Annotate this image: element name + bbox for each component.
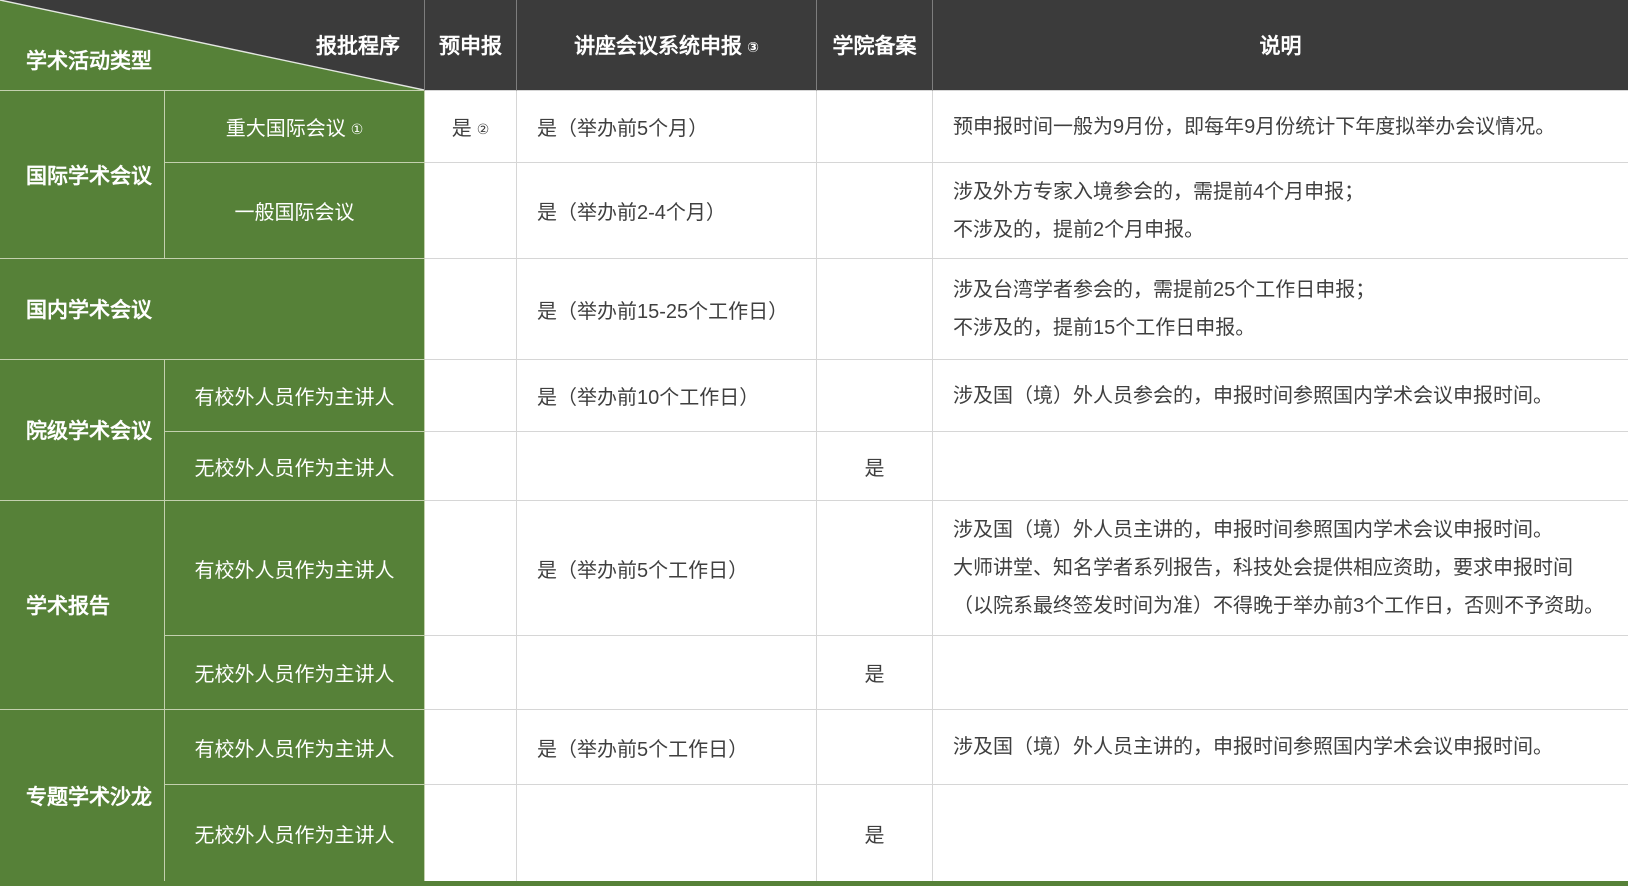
pre-declare-cell [425, 710, 517, 785]
subcategory-cell-no-external-speaker: 无校外人员作为主讲人 [165, 432, 425, 501]
description-cell: 涉及国（境）外人员参会的，申报时间参照国内学术会议申报时间。 [933, 360, 1628, 432]
corner-cell: 报批程序 学术活动类型 [0, 0, 425, 91]
approval-procedure-header: 报批程序 [316, 35, 400, 58]
system-declare-cell [517, 432, 817, 501]
approval-procedure-table: 报批程序 学术活动类型 预申报 讲座会议系统申报 ③ 学院备案 说明 国际学术会议… [0, 0, 1628, 886]
subcategory-cell-with-external-speaker: 有校外人员作为主讲人 [165, 501, 425, 636]
college-record-cell: 是 [817, 636, 933, 710]
pre-declare-cell [425, 785, 517, 881]
description-line: 不涉及的，提前15个工作日申报。 [953, 317, 1256, 339]
subcategory-cell-no-external-speaker: 无校外人员作为主讲人 [165, 785, 425, 881]
pre-declare-value: 是 [451, 118, 472, 140]
system-declare-cell: 是（举办前5个工作日） [517, 501, 817, 636]
subcategory-cell-with-external-speaker: 有校外人员作为主讲人 [165, 360, 425, 432]
col-header-pre-declare: 预申报 [425, 0, 517, 91]
description-line: 涉及外方专家入境参会的，需提前4个月申报； [953, 180, 1365, 203]
description-line: 涉及国（境）外人员参会的，申报时间参照国内学术会议申报时间。 [953, 384, 1553, 407]
activity-type-header: 学术活动类型 [26, 50, 152, 73]
college-record-cell [817, 710, 933, 785]
pre-declare-cell [425, 501, 517, 636]
pre-declare-cell [425, 163, 517, 259]
description-line: 涉及国（境）外人员主讲的，申报时间参照国内学术会议申报时间。 [953, 736, 1553, 758]
college-record-cell [817, 259, 933, 360]
pre-declare-cell: 是② [425, 91, 517, 163]
description-cell [933, 636, 1628, 710]
col-header-description: 说明 [933, 0, 1628, 91]
system-declare-cell: 是（举办前10个工作日） [517, 360, 817, 432]
system-declare-cell: 是（举办前2-4个月） [517, 163, 817, 259]
college-record-cell [817, 360, 933, 432]
footnote-mark-1: ① [350, 121, 364, 137]
col-header-system-declare-label: 讲座会议系统申报 [574, 35, 743, 58]
college-record-cell: 是 [817, 785, 933, 881]
footnote-mark-3: ③ [747, 39, 759, 55]
subcategory-cell-with-external-speaker: 有校外人员作为主讲人 [165, 710, 425, 785]
college-record-cell: 是 [817, 432, 933, 501]
category-cell-academic-salon: 专题学术沙龙 [0, 710, 165, 881]
col-header-system-declare: 讲座会议系统申报 ③ [517, 0, 817, 91]
category-cell-college-conference: 院级学术会议 [0, 360, 165, 501]
system-declare-cell [517, 636, 817, 710]
subcategory-cell-no-external-speaker: 无校外人员作为主讲人 [165, 636, 425, 710]
subcategory-cell-general-international: 一般国际会议 [165, 163, 425, 259]
description-line: 不涉及的，提前2个月申报。 [953, 218, 1205, 241]
college-record-cell [817, 163, 933, 259]
system-declare-cell: 是（举办前5个工作日） [517, 710, 817, 785]
description-line: 涉及台湾学者参会的，需提前25个工作日申报； [953, 279, 1376, 301]
footnote-mark-2: ② [476, 121, 490, 137]
category-cell-domestic-conference: 国内学术会议 [0, 259, 425, 360]
subcategory-label: 重大国际会议 [225, 118, 346, 140]
col-header-college-record: 学院备案 [817, 0, 933, 91]
pre-declare-cell [425, 432, 517, 501]
pre-declare-cell [425, 636, 517, 710]
description-cell: 涉及台湾学者参会的，需提前25个工作日申报； 不涉及的，提前15个工作日申报。 [933, 259, 1628, 360]
description-cell [933, 785, 1628, 881]
subcategory-cell-major-international: 重大国际会议 ① [165, 91, 425, 163]
description-line: 涉及国（境）外人员主讲的，申报时间参照国内学术会议申报时间。 [953, 519, 1553, 541]
category-cell-international-conference: 国际学术会议 [0, 91, 165, 259]
system-declare-cell: 是（举办前5个月） [517, 91, 817, 163]
description-line: 预申报时间一般为9月份，即每年9月份统计下年度拟举办会议情况。 [953, 115, 1556, 138]
college-record-cell [817, 91, 933, 163]
college-record-cell [817, 501, 933, 636]
description-cell: 预申报时间一般为9月份，即每年9月份统计下年度拟举办会议情况。 [933, 91, 1628, 163]
system-declare-cell: 是（举办前15-25个工作日） [517, 259, 817, 360]
pre-declare-cell [425, 259, 517, 360]
description-line: 大师讲堂、知名学者系列报告，科技处会提供相应资助，要求申报时间（以院系最终签发时… [953, 557, 1605, 617]
description-cell: 涉及国（境）外人员主讲的，申报时间参照国内学术会议申报时间。 [933, 710, 1628, 785]
description-cell [933, 432, 1628, 501]
system-declare-cell [517, 785, 817, 881]
description-cell: 涉及外方专家入境参会的，需提前4个月申报； 不涉及的，提前2个月申报。 [933, 163, 1628, 259]
description-cell: 涉及国（境）外人员主讲的，申报时间参照国内学术会议申报时间。 大师讲堂、知名学者… [933, 501, 1628, 636]
pre-declare-cell [425, 360, 517, 432]
category-cell-academic-report: 学术报告 [0, 501, 165, 710]
